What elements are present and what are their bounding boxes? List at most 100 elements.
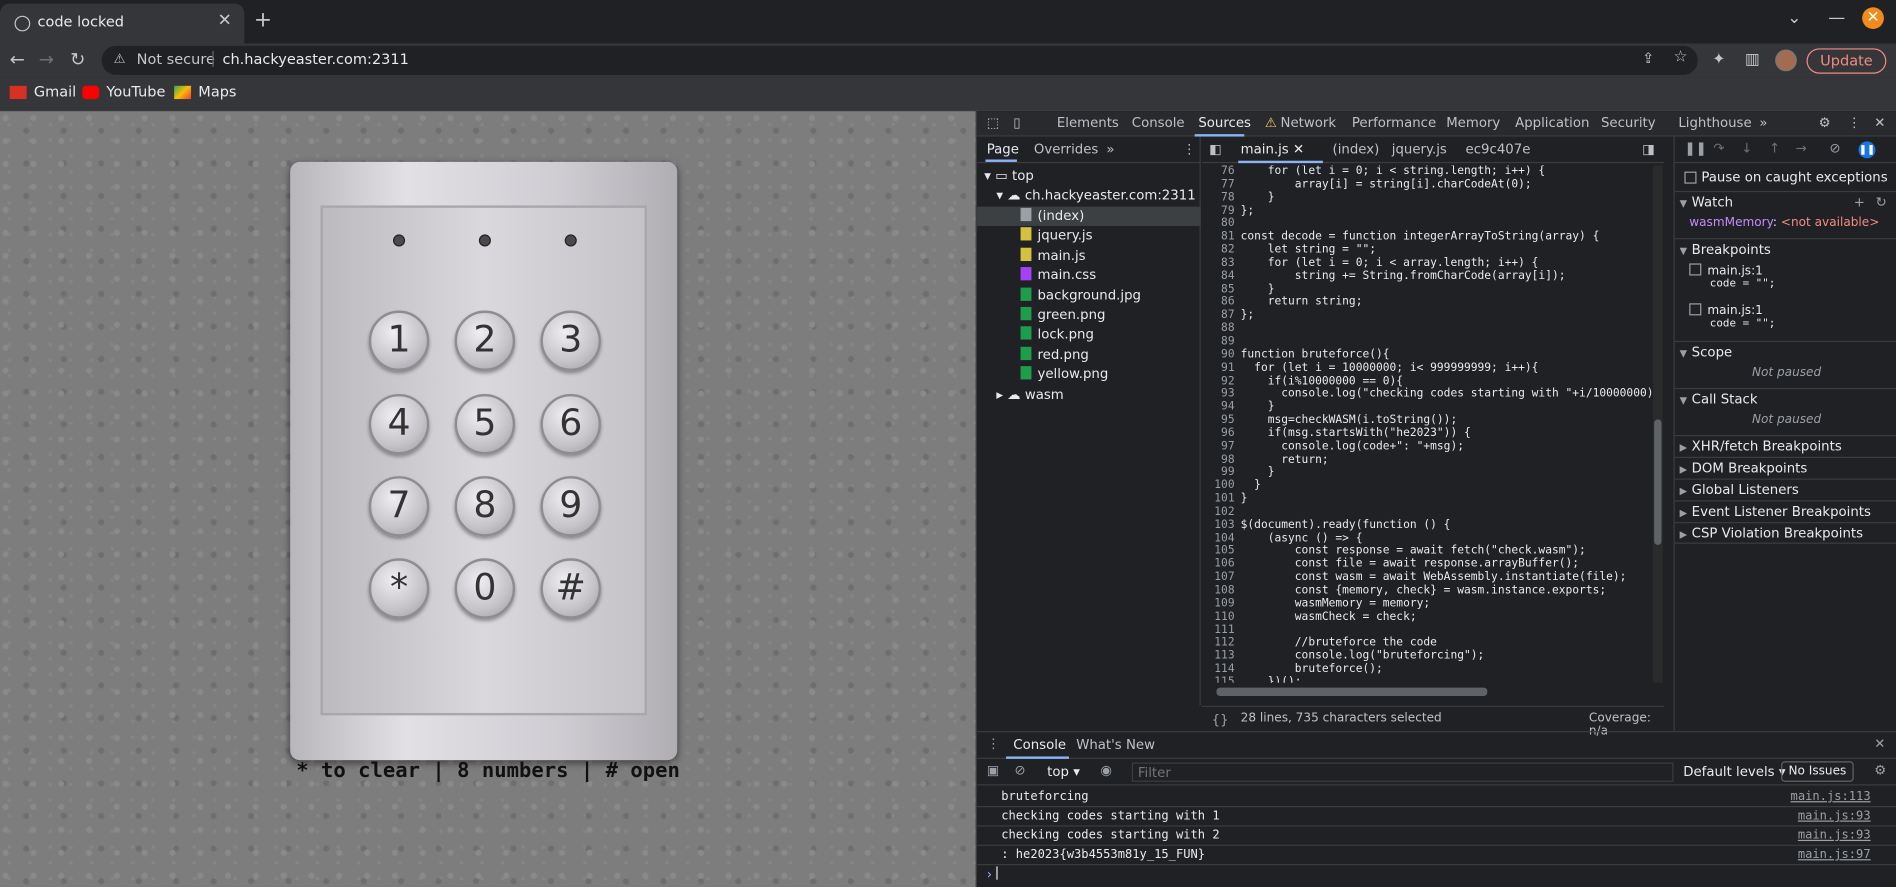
bookmark-gmail[interactable]: Gmail: [9, 83, 77, 100]
avatar[interactable]: [1775, 49, 1797, 72]
tab-network[interactable]: Network: [1281, 115, 1337, 131]
toggle-debugger-icon[interactable]: ◨: [1642, 141, 1655, 157]
side-panel-icon[interactable]: ▥: [1745, 51, 1760, 69]
key-hash[interactable]: #: [540, 558, 601, 619]
close-devtools-icon[interactable]: ✕: [1874, 115, 1885, 131]
new-tab-button[interactable]: +: [254, 7, 272, 32]
line-number[interactable]: 90: [1202, 348, 1241, 362]
pause-exceptions-icon[interactable]: ❚❚: [1858, 141, 1876, 159]
tab-console[interactable]: Console: [1132, 115, 1185, 131]
code-line[interactable]: 102: [1202, 505, 1652, 519]
key-9[interactable]: 9: [540, 476, 601, 537]
kebab-menu-icon[interactable]: ⋮: [987, 736, 1000, 752]
scrollbar-thumb[interactable]: [1654, 419, 1662, 545]
drawer-tab-console[interactable]: Console: [1013, 737, 1066, 753]
tree-file[interactable]: background.jpg: [1020, 287, 1141, 303]
close-tab-icon[interactable]: ✕: [218, 11, 232, 30]
reload-icon[interactable]: ↻: [70, 48, 85, 70]
code-line[interactable]: 86 return string;: [1202, 296, 1652, 310]
close-window-button[interactable]: ✕: [1862, 7, 1884, 30]
refresh-icon[interactable]: ↻: [1875, 192, 1886, 213]
share-icon[interactable]: ⇪: [1642, 50, 1654, 67]
code-line[interactable]: 90 function bruteforce(){: [1202, 348, 1652, 362]
bookmark-youtube[interactable]: YouTube: [82, 83, 165, 100]
code-line[interactable]: 88: [1202, 322, 1652, 336]
code-line[interactable]: 115 })();: [1202, 676, 1652, 683]
section-global-listeners[interactable]: ▶ Global Listeners: [1674, 478, 1896, 501]
drawer-tab-whats-new[interactable]: What's New: [1076, 737, 1155, 753]
section-csp-violation-breakpoints[interactable]: ▶ CSP Violation Breakpoints: [1674, 522, 1896, 544]
console-source-link[interactable]: main.js:93: [1798, 807, 1871, 825]
clear-console-icon[interactable]: ⊘: [1015, 763, 1026, 779]
url-text[interactable]: ch.hackyeaster.com:2311: [222, 51, 408, 68]
sidebar-toggle-icon[interactable]: ▣: [987, 763, 1000, 779]
toggle-navigator-icon[interactable]: ◧: [1209, 141, 1222, 157]
code-line[interactable]: 99 }: [1202, 466, 1652, 480]
checkbox[interactable]: [1684, 170, 1697, 184]
console-filter-input[interactable]: [1131, 762, 1674, 782]
address-bar[interactable]: ⚠ Not secure | ch.hackyeaster.com:2311 ⇪…: [101, 45, 1698, 75]
code-line[interactable]: 110 wasmCheck = check;: [1202, 610, 1652, 624]
step-icon[interactable]: →: [1796, 140, 1807, 156]
editor-tab-main-js[interactable]: main.js ✕: [1241, 141, 1304, 157]
tab-lighthouse[interactable]: Lighthouse: [1678, 115, 1751, 131]
code-line[interactable]: 103 $(document).ready(function () {: [1202, 518, 1652, 532]
step-into-icon[interactable]: ↓: [1741, 140, 1752, 156]
close-drawer-icon[interactable]: ✕: [1874, 736, 1885, 752]
section-scope[interactable]: ▼ Scope: [1674, 340, 1896, 363]
back-icon[interactable]: ←: [10, 48, 25, 70]
key-8[interactable]: 8: [454, 476, 516, 537]
code-line[interactable]: 79};: [1202, 204, 1652, 218]
eye-icon[interactable]: ◉: [1100, 763, 1112, 779]
line-number[interactable]: 83: [1202, 256, 1241, 270]
tree-file[interactable]: yellow.png: [1020, 366, 1108, 382]
settings-icon[interactable]: ⚙: [1819, 115, 1831, 131]
code-line[interactable]: 87};: [1202, 309, 1652, 323]
tree-file[interactable]: lock.png: [1020, 326, 1094, 342]
console-prompt[interactable]: ›: [987, 866, 998, 882]
add-icon[interactable]: +: [1854, 192, 1865, 213]
more-tabs-icon[interactable]: »: [1759, 115, 1767, 131]
key-4[interactable]: 4: [368, 393, 430, 455]
tab-page[interactable]: Page: [987, 141, 1019, 157]
breakpoint-item[interactable]: main.js:1: [1689, 263, 1763, 278]
section-dom-breakpoints[interactable]: ▶ DOM Breakpoints: [1674, 456, 1896, 479]
deactivate-breakpoints-icon[interactable]: ⊘: [1830, 140, 1841, 156]
code-line[interactable]: 96 if(msg.startsWith("he2023")) {: [1202, 427, 1652, 441]
line-number[interactable]: 102: [1202, 505, 1241, 519]
device-toggle-icon[interactable]: ▯: [1013, 115, 1020, 131]
code-view[interactable]: 76 for (let i = 0; i < string.length; i+…: [1202, 166, 1652, 683]
browser-tab[interactable]: code locked ✕: [0, 3, 245, 44]
pause-icon[interactable]: ❚❚: [1684, 140, 1706, 156]
console-source-link[interactable]: main.js:97: [1798, 846, 1871, 864]
vertical-scrollbar[interactable]: [1652, 165, 1663, 683]
code-line[interactable]: 97 console.log(code+": "+msg);: [1202, 440, 1652, 454]
bookmark-maps[interactable]: Maps: [174, 83, 236, 100]
more-tabs-icon[interactable]: »: [1106, 141, 1114, 157]
security-label[interactable]: Not secure: [137, 51, 215, 68]
tree-file[interactable]: jquery.js: [1020, 227, 1093, 243]
tab-search-icon[interactable]: ⌄: [1787, 8, 1801, 27]
key-3[interactable]: 3: [540, 310, 601, 371]
console-source-link[interactable]: main.js:113: [1791, 788, 1871, 806]
tree-file[interactable]: main.js: [1020, 247, 1086, 263]
editor-tab-ec9c407e[interactable]: ec9c407e: [1466, 141, 1531, 157]
code-line[interactable]: 84 string += String.fromCharCode(array[i…: [1202, 269, 1652, 283]
tab-sources[interactable]: Sources: [1198, 115, 1251, 131]
tab-elements[interactable]: Elements: [1057, 115, 1119, 131]
tab-application[interactable]: Application: [1515, 115, 1589, 131]
key-2[interactable]: 2: [454, 310, 516, 371]
tree-file[interactable]: (index): [1020, 207, 1084, 224]
watch-expression[interactable]: wasmMemory: <not available>: [1689, 216, 1879, 229]
section-watch[interactable]: ▼ Watch + ↻: [1674, 190, 1896, 213]
minimize-button[interactable]: —: [1828, 8, 1845, 27]
key-6[interactable]: 6: [540, 393, 601, 455]
line-number[interactable]: 110: [1202, 610, 1241, 624]
inspect-icon[interactable]: ⬚: [987, 115, 1000, 131]
bookmark-star-icon[interactable]: ☆: [1674, 48, 1688, 66]
line-number[interactable]: 96: [1202, 427, 1241, 441]
code-line[interactable]: 109 wasmMemory = memory;: [1202, 597, 1652, 611]
tree-wasm[interactable]: ▸ ☁ wasm: [996, 387, 1063, 403]
extensions-icon[interactable]: ✦: [1712, 51, 1725, 69]
code-line[interactable]: 101}: [1202, 492, 1652, 506]
